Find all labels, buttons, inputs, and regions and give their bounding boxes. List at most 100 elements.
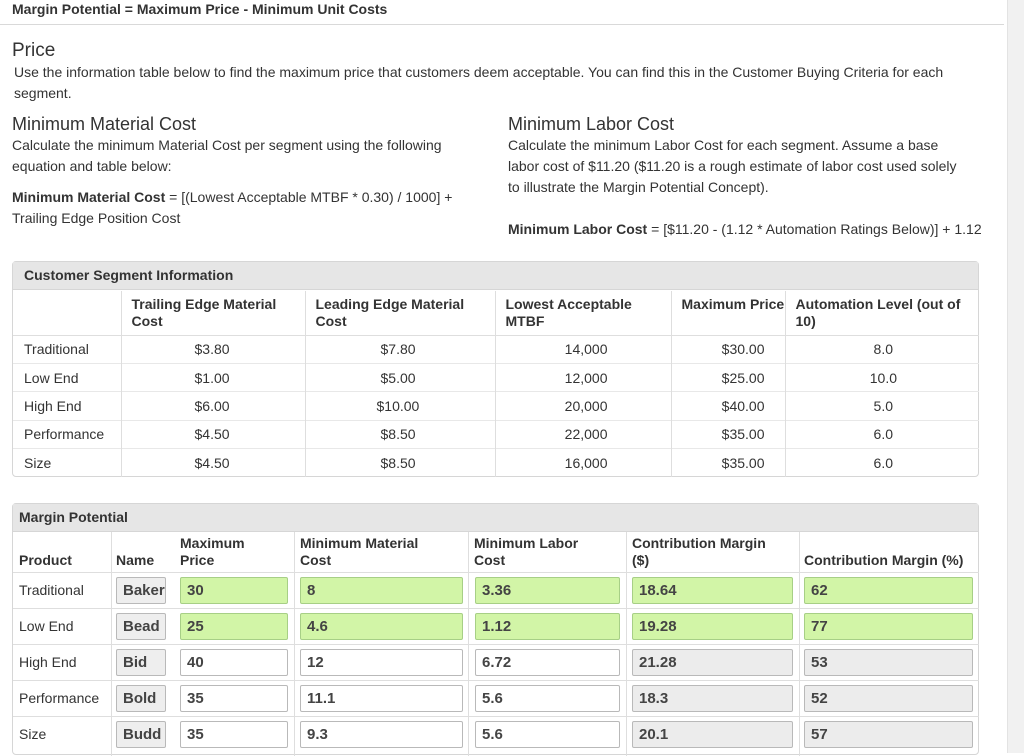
name-col-header: Name — [116, 552, 155, 568]
max-price-input[interactable]: 40 — [180, 649, 288, 676]
min-labor-input[interactable]: 6.72 — [475, 649, 620, 676]
maximum-price: $35.00 — [671, 419, 786, 449]
customer-segment-panel: Customer Segment Information Trailing Ed… — [12, 261, 979, 477]
segment-col-header — [13, 291, 122, 336]
product-label: Low End — [19, 618, 74, 634]
automation-level: 6.0 — [785, 448, 979, 477]
trailing-edge-cost: $4.50 — [121, 419, 306, 449]
segment-row: Low End $1.00 $5.00 12,000 $25.00 10.0 — [13, 362, 979, 392]
leading-edge-cost: $5.00 — [305, 362, 496, 392]
margin-potential-panel: Margin Potential Product Name Maximum Pr… — [12, 503, 979, 756]
cm-percent-output: 53 — [804, 649, 973, 676]
maximum-price: $40.00 — [671, 391, 786, 421]
title-divider — [0, 24, 1004, 25]
margin-row-high-end: High End Bid 40 12 6.72 21.28 53 — [13, 644, 979, 680]
min-material-input[interactable]: 8 — [300, 577, 463, 604]
product-label: Size — [19, 726, 47, 742]
material-cost-heading: Minimum Material Cost — [12, 114, 197, 134]
product-label: Performance — [19, 690, 100, 706]
material-formula-label: Minimum Material Cost — [12, 189, 166, 205]
margin-row-performance: Performance Bold 35 11.1 5.6 18.3 52 — [13, 680, 979, 716]
product-name-field[interactable]: Budd — [116, 721, 166, 748]
min-material-input[interactable]: 11.1 — [300, 685, 463, 712]
labor-formula-text: = [$11.20 - (1.12 * Automation Ratings B… — [647, 221, 982, 237]
segment-panel-title: Customer Segment Information — [13, 262, 978, 290]
segment-name: Low End — [13, 362, 122, 392]
cm-dollar-output: 21.28 — [632, 649, 793, 676]
segment-name: Performance — [13, 419, 122, 449]
cm-percent-col-header: Contribution Margin (%) — [804, 552, 964, 568]
min-labor-col-header: Minimum Labor Cost — [474, 535, 579, 568]
max-price-input[interactable]: 25 — [180, 613, 288, 640]
leading-edge-cost: $8.50 — [305, 448, 496, 477]
min-labor-input[interactable]: 1.12 — [475, 613, 620, 640]
min-material-input[interactable]: 9.3 — [300, 721, 463, 748]
lowest-mtbf: 20,000 — [495, 391, 672, 421]
max-price-input[interactable]: 35 — [180, 685, 288, 712]
segment-name: Size — [13, 448, 122, 477]
cm-dollar-output: 20.1 — [632, 721, 793, 748]
min-material-input[interactable]: 12 — [300, 649, 463, 676]
margin-row-traditional: Traditional Baker 30 8 3.36 18.64 62 — [13, 572, 979, 608]
leading-edge-header: Leading Edge Material Cost — [305, 291, 496, 336]
min-material-input[interactable]: 4.6 — [300, 613, 463, 640]
leading-edge-cost: $8.50 — [305, 419, 496, 449]
trailing-edge-cost: $6.00 — [121, 391, 306, 421]
cm-dollar-input[interactable]: 19.28 — [632, 613, 793, 640]
product-name-field[interactable]: Bead — [116, 613, 166, 640]
cm-percent-output: 57 — [804, 721, 973, 748]
labor-cost-formula: Minimum Labor Cost = [$11.20 - (1.12 * A… — [508, 219, 983, 240]
material-cost-instructions: Calculate the minimum Material Cost per … — [12, 137, 442, 174]
page-title: Margin Potential = Maximum Price - Minim… — [12, 1, 388, 17]
segment-row: Performance $4.50 $8.50 22,000 $35.00 6.… — [13, 419, 979, 449]
margin-potential-page: Margin Potential = Maximum Price - Minim… — [0, 0, 1004, 756]
trailing-edge-header: Trailing Edge Material Cost — [121, 291, 306, 336]
automation-level: 6.0 — [785, 419, 979, 449]
maximum-price: $25.00 — [671, 362, 786, 392]
segment-name: High End — [13, 391, 122, 421]
product-label: Traditional — [19, 582, 84, 598]
labor-cost-heading: Minimum Labor Cost — [508, 114, 675, 134]
margin-row-low-end: Low End Bead 25 4.6 1.12 19.28 77 — [13, 608, 979, 644]
material-cost-formula: Minimum Material Cost = [(Lowest Accepta… — [12, 187, 487, 229]
max-price-input[interactable]: 30 — [180, 577, 288, 604]
automation-level: 5.0 — [785, 391, 979, 421]
max-price-header: Maximum Price — [671, 291, 786, 336]
mtbf-header: Lowest Acceptable MTBF — [495, 291, 672, 336]
segment-row: Traditional $3.80 $7.80 14,000 $30.00 8.… — [13, 335, 979, 364]
product-name-field[interactable]: Bold — [116, 685, 166, 712]
margin-row-size: Size Budd 35 9.3 5.6 20.1 57 — [13, 716, 979, 752]
cm-percent-output: 52 — [804, 685, 973, 712]
segment-row: High End $6.00 $10.00 20,000 $40.00 5.0 — [13, 391, 979, 421]
segment-name: Traditional — [13, 335, 122, 364]
segment-row: Size $4.50 $8.50 16,000 $35.00 6.0 — [13, 448, 979, 477]
margin-panel-title: Margin Potential — [13, 504, 978, 532]
product-name-field[interactable]: Baker — [116, 577, 166, 604]
max-price-input[interactable]: 35 — [180, 721, 288, 748]
price-heading: Price — [12, 40, 56, 61]
min-labor-input[interactable]: 5.6 — [475, 721, 620, 748]
product-name-field[interactable]: Bid — [116, 649, 166, 676]
min-labor-input[interactable]: 3.36 — [475, 577, 620, 604]
lowest-mtbf: 16,000 — [495, 448, 672, 477]
lowest-mtbf: 14,000 — [495, 335, 672, 364]
maximum-price: $30.00 — [671, 335, 786, 364]
automation-level: 8.0 — [873, 341, 893, 358]
automation-header: Automation Level (out of 10) — [785, 291, 979, 336]
maximum-price: $35.00 — [671, 448, 786, 477]
trailing-edge-cost: $3.80 — [121, 335, 306, 364]
vertical-scrollbar[interactable] — [1007, 0, 1024, 753]
cm-percent-input[interactable]: 77 — [804, 613, 973, 640]
cm-dollar-col-header: Contribution Margin ($) — [632, 535, 766, 568]
leading-edge-cost: $10.00 — [305, 391, 496, 421]
trailing-edge-cost: $4.50 — [121, 448, 306, 477]
min-labor-input[interactable]: 5.6 — [475, 685, 620, 712]
product-col-header: Product — [19, 552, 72, 568]
leading-edge-cost: $7.80 — [305, 335, 496, 364]
cm-dollar-input[interactable]: 18.64 — [632, 577, 793, 604]
segment-table: Trailing Edge Material Cost Leading Edge… — [13, 291, 979, 477]
cm-percent-input[interactable]: 62 — [804, 577, 973, 604]
lowest-mtbf: 22,000 — [495, 419, 672, 449]
labor-formula-label: Minimum Labor Cost — [508, 221, 648, 237]
labor-cost-instructions: Calculate the minimum Labor Cost for eac… — [508, 137, 957, 195]
